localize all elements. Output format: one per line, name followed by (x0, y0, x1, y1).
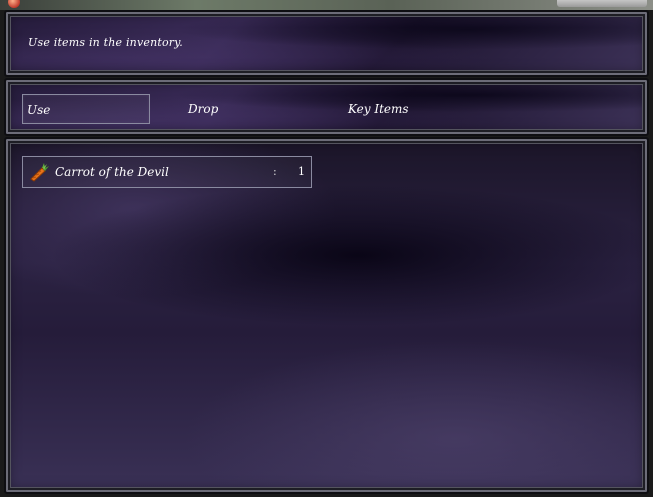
window-controls[interactable] (557, 0, 647, 7)
window-titlebar (0, 0, 653, 10)
command-drop[interactable]: Drop (184, 94, 304, 124)
app-icon (8, 0, 20, 8)
item-quantity: 1 (298, 165, 305, 178)
item-separator: : (273, 165, 277, 178)
help-window: Use items in the inventory. (4, 10, 649, 77)
carrot-icon (28, 162, 50, 182)
help-text: Use items in the inventory. (28, 36, 183, 49)
command-key-items[interactable]: Key Items (344, 94, 474, 124)
item-list-window: Carrot of the Devil : 1 (4, 137, 649, 494)
command-use[interactable]: Use (22, 94, 150, 124)
command-window: Use Drop Key Items (4, 78, 649, 136)
item-name: Carrot of the Devil (55, 165, 169, 179)
item-row[interactable]: Carrot of the Devil : 1 (22, 156, 312, 188)
